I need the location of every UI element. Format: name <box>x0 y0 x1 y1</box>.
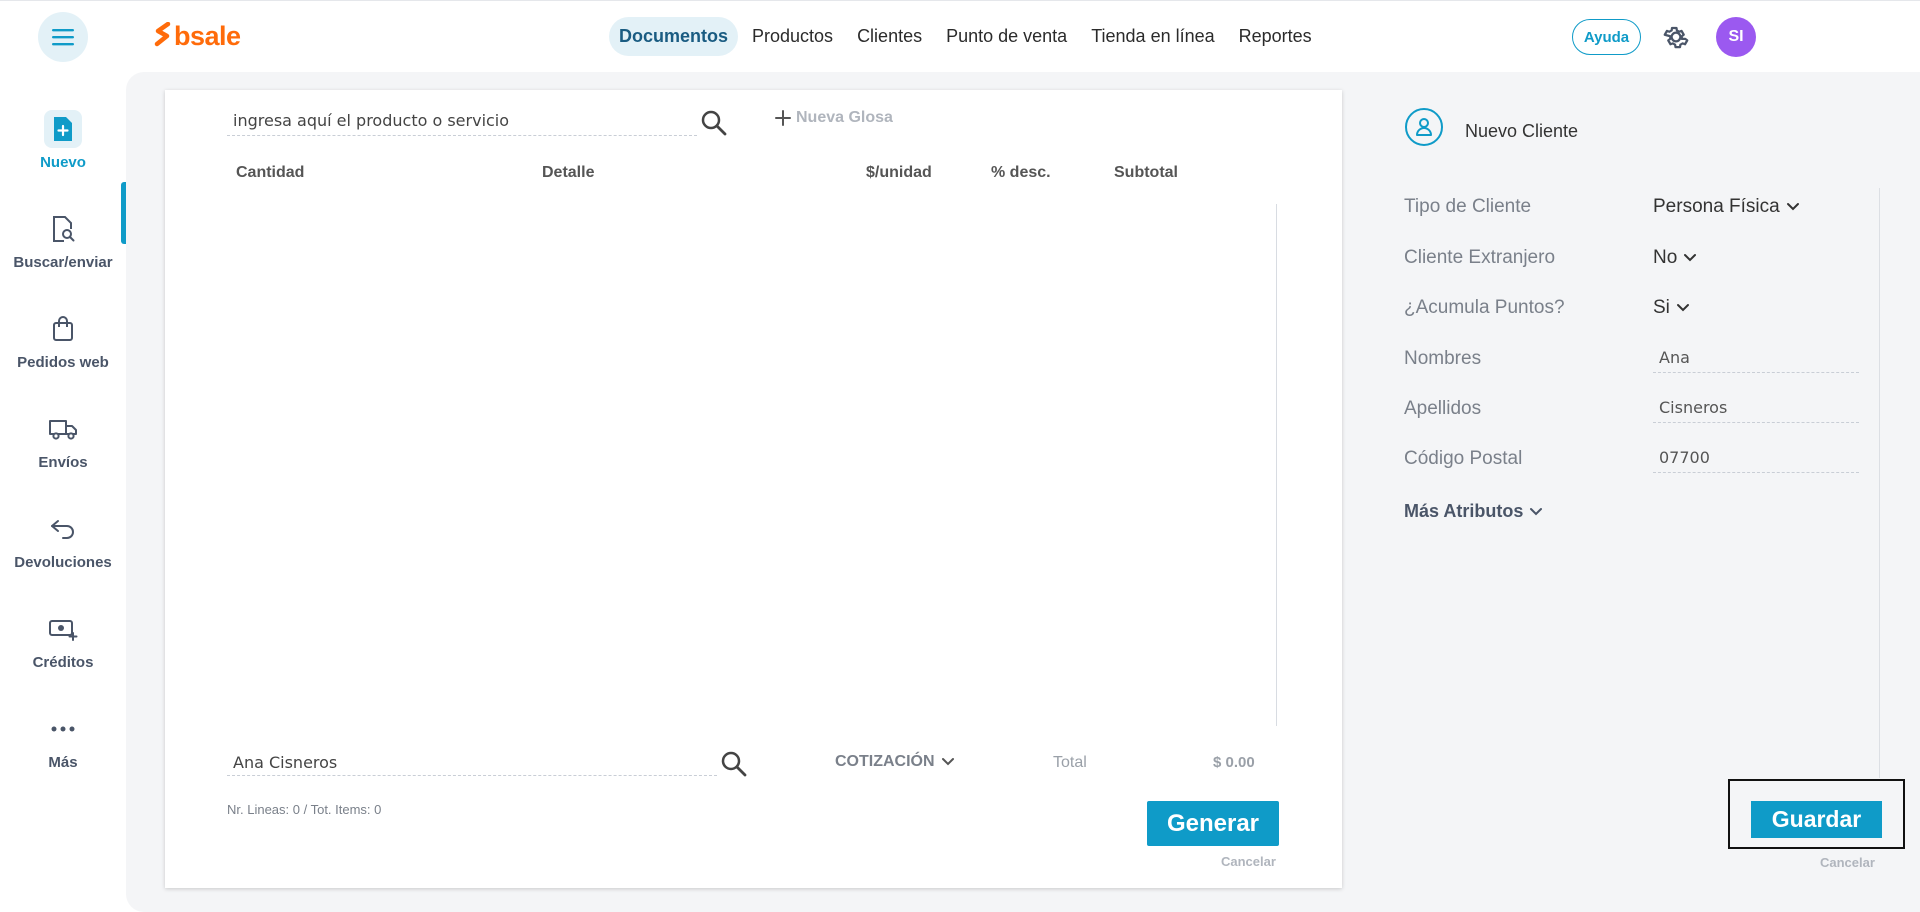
apellidos-input[interactable] <box>1653 393 1859 423</box>
cancel-document-link[interactable]: Cancelar <box>1221 854 1276 869</box>
cliente-extranjero-value: No <box>1653 247 1678 268</box>
cash-plus-icon <box>44 610 82 648</box>
sidebar-item-creditos[interactable]: Créditos <box>0 610 126 671</box>
sidebar-item-label: Más <box>48 754 78 771</box>
nav-productos[interactable]: Productos <box>742 17 843 56</box>
return-arrow-icon <box>44 510 82 548</box>
hamburger-icon <box>52 29 74 46</box>
sidebar-item-devoluciones[interactable]: Devoluciones <box>0 510 126 571</box>
user-circle-icon <box>1405 108 1443 146</box>
brand-logo[interactable]: bsale <box>154 21 241 52</box>
sidebar-item-label: Nuevo <box>40 154 86 171</box>
new-gloss-button[interactable]: Nueva Glosa <box>774 109 893 127</box>
sidebar-item-mas[interactable]: Más <box>0 710 126 771</box>
chevron-down-icon <box>1530 507 1543 515</box>
column-header-detalle: Detalle <box>542 164 595 181</box>
nav-documentos[interactable]: Documentos <box>609 17 739 56</box>
total-value: $ 0.00 <box>1213 754 1255 771</box>
sidebar-item-label: Envíos <box>38 454 88 471</box>
tipo-cliente-select[interactable]: Persona Física <box>1653 196 1800 218</box>
product-search-input[interactable]: ingresa aquí el producto o servicio <box>227 108 697 136</box>
total-label: Total <box>1053 754 1087 771</box>
bsale-logo-icon <box>154 21 171 46</box>
more-dots-icon <box>44 710 82 748</box>
file-plus-icon <box>44 110 82 148</box>
column-header-unidad: $/unidad <box>866 164 932 181</box>
truck-icon <box>44 410 82 448</box>
new-gloss-label: Nueva Glosa <box>796 109 893 126</box>
more-attributes-toggle[interactable]: Más Atributos <box>1404 501 1543 522</box>
plus-icon <box>775 110 791 126</box>
lines-summary: Nr. Lineas: 0 / Tot. Items: 0 <box>227 802 382 817</box>
shopping-bag-icon <box>44 310 82 348</box>
sidebar-item-label: Buscar/enviar <box>13 254 113 271</box>
save-client-button[interactable]: Guardar <box>1751 801 1882 838</box>
sidebar-item-pedidos-web[interactable]: Pedidos web <box>0 310 126 371</box>
acumula-puntos-value: Si <box>1653 297 1670 318</box>
cancel-client-link[interactable]: Cancelar <box>1820 855 1875 870</box>
chevron-down-icon <box>1786 203 1799 211</box>
codigo-postal-input[interactable] <box>1653 443 1859 473</box>
column-header-cantidad: Cantidad <box>236 164 305 181</box>
file-search-icon <box>44 210 82 248</box>
help-button[interactable]: Ayuda <box>1572 19 1641 55</box>
client-search-input[interactable]: Ana Cisneros <box>227 748 717 776</box>
sidebar-item-label: Pedidos web <box>17 354 109 371</box>
column-header-subtotal: Subtotal <box>1114 164 1178 181</box>
codigo-postal-label: Código Postal <box>1404 448 1523 469</box>
client-search-value: Ana Cisneros <box>233 753 338 772</box>
nombres-input[interactable] <box>1653 343 1859 373</box>
nav-reportes[interactable]: Reportes <box>1229 17 1322 56</box>
search-icon[interactable] <box>700 109 728 137</box>
sidebar-item-nuevo[interactable]: Nuevo <box>0 110 126 171</box>
document-type-select[interactable]: COTIZACIÓN <box>835 753 955 771</box>
client-search-icon[interactable] <box>720 750 748 778</box>
nombres-label: Nombres <box>1404 348 1482 369</box>
nav-punto-de-venta[interactable]: Punto de venta <box>936 17 1077 56</box>
brand-name: bsale <box>174 21 241 51</box>
top-bar: bsale Documentos Productos Clientes Punt… <box>0 0 1920 72</box>
cliente-extranjero-label: Cliente Extranjero <box>1404 247 1556 268</box>
sidebar-item-label: Devoluciones <box>14 554 112 571</box>
gear-icon[interactable] <box>1661 22 1691 52</box>
apellidos-label: Apellidos <box>1404 398 1482 419</box>
client-panel-title: Nuevo Cliente <box>1465 121 1579 141</box>
sidebar: Nuevo Buscar/enviar Pedidos web Envíos D… <box>0 72 126 912</box>
sidebar-item-envios[interactable]: Envíos <box>0 410 126 471</box>
chevron-down-icon <box>941 758 954 766</box>
main-nav: Documentos Productos Clientes Punto de v… <box>609 17 1322 56</box>
chevron-down-icon <box>1676 304 1689 312</box>
product-search-placeholder: ingresa aquí el producto o servicio <box>233 111 510 130</box>
column-header-descuento: % desc. <box>991 164 1051 181</box>
acumula-puntos-label: ¿Acumula Puntos? <box>1404 297 1565 318</box>
user-avatar[interactable]: SI <box>1716 17 1756 57</box>
document-type-value: COTIZACIÓN <box>835 753 935 770</box>
tipo-cliente-label: Tipo de Cliente <box>1404 196 1532 217</box>
sidebar-item-buscar-enviar[interactable]: Buscar/enviar <box>0 210 126 271</box>
sidebar-item-label: Créditos <box>32 654 94 671</box>
more-attributes-label: Más Atributos <box>1404 501 1524 521</box>
tipo-cliente-value: Persona Física <box>1653 196 1780 217</box>
cliente-extranjero-select[interactable]: No <box>1653 247 1697 269</box>
table-divider <box>1276 204 1277 726</box>
generate-button[interactable]: Generar <box>1147 801 1279 846</box>
nav-clientes[interactable]: Clientes <box>847 17 932 56</box>
hamburger-menu-button[interactable] <box>38 12 88 62</box>
acumula-puntos-select[interactable]: Si <box>1653 297 1690 319</box>
chevron-down-icon <box>1684 254 1697 262</box>
client-panel-divider <box>1879 188 1880 778</box>
nav-tienda-en-linea[interactable]: Tienda en línea <box>1081 17 1224 56</box>
